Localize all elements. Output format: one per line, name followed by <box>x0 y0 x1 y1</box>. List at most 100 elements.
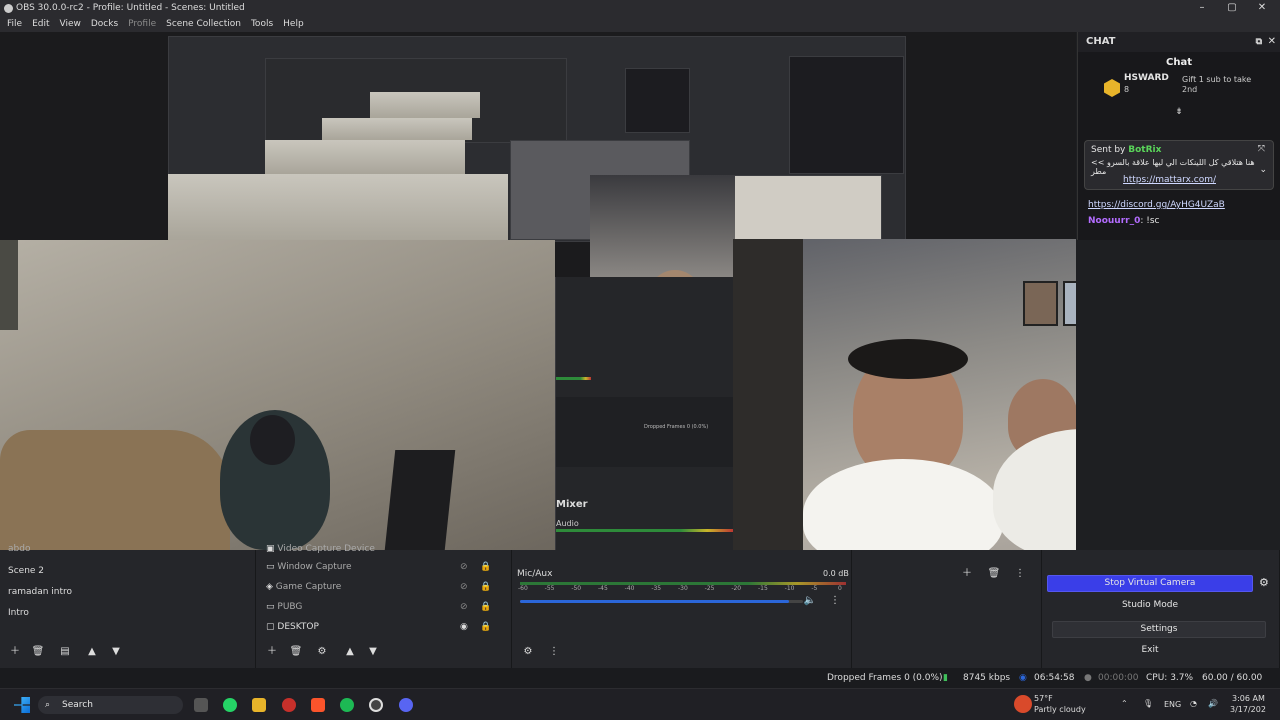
hidden-eye-icon[interactable]: ⊘ <box>460 562 468 572</box>
volume-slider[interactable] <box>520 600 803 603</box>
clock-date[interactable]: 3/17/202 <box>1230 705 1266 714</box>
add-transition-button[interactable]: ＋ <box>959 567 975 581</box>
add-source-button[interactable]: ＋ <box>264 645 280 659</box>
discord-icon[interactable] <box>399 698 413 712</box>
transitions-dock: ＋ 🗑 ⋮ <box>852 550 1042 668</box>
mixer-tick-label: -45 <box>598 585 608 592</box>
menu-profile[interactable]: Profile <box>123 16 161 32</box>
mixer-menu-icon[interactable]: ⋮ <box>827 594 843 608</box>
scene-item[interactable]: Scene 2 <box>8 566 44 576</box>
pinned-message: Sent by BotRix ⤧ هنا هتلاقي كل اللينكات ا… <box>1084 140 1274 190</box>
chevron-down-icon[interactable]: ⌄ <box>1259 165 1267 175</box>
mixer-tick-label: 0 <box>838 585 842 592</box>
taskbar-search[interactable]: ⌕ Search <box>38 696 183 714</box>
move-scene-up-button[interactable]: ▲ <box>84 645 100 659</box>
source-properties-button[interactable]: ⚙ <box>314 645 330 659</box>
add-scene-button[interactable]: ＋ <box>7 645 23 659</box>
lock-icon[interactable]: 🔒 <box>480 562 491 572</box>
visible-eye-icon[interactable]: ◉ <box>460 622 468 632</box>
undock-icon[interactable]: ⧉ <box>1256 32 1262 52</box>
transition-menu-icon[interactable]: ⋮ <box>1012 567 1028 581</box>
spotify-icon[interactable] <box>340 698 354 712</box>
menu-docks[interactable]: Docks <box>86 16 123 32</box>
captured-wall-3 <box>322 118 472 140</box>
network-icon[interactable]: ◔ <box>1190 699 1197 708</box>
move-source-up-button[interactable]: ▲ <box>342 645 358 659</box>
brave-browser-icon[interactable] <box>311 698 325 712</box>
volume-slider-fill <box>520 600 789 603</box>
pin-user[interactable]: BotRix <box>1128 145 1161 155</box>
file-explorer-icon[interactable] <box>252 698 266 712</box>
whatsapp-icon[interactable] <box>223 698 237 712</box>
mixer-channel-label: Mic/Aux <box>517 569 553 579</box>
lock-icon[interactable]: 🔒 <box>480 602 491 612</box>
maximize-button[interactable]: ▢ <box>1218 0 1246 16</box>
monitor-icon: ▢ <box>266 622 275 632</box>
search-icon: ⌕ <box>45 700 51 710</box>
move-source-down-button[interactable]: ▼ <box>365 645 381 659</box>
weather-icon[interactable] <box>1014 695 1032 713</box>
studio-mode-button[interactable]: Studio Mode <box>1047 598 1253 615</box>
scenes-dock: abdo Scene 2 ramadan intro Intro ＋ 🗑 ▤ ▲… <box>0 544 256 668</box>
scene-item[interactable]: Intro <box>8 608 29 618</box>
speaker-icon[interactable]: 🔈 <box>802 594 818 608</box>
mixer-options-icon[interactable]: ⋮ <box>546 645 562 659</box>
window-title: OBS 30.0.0-rc2 - Profile: Untitled - Sce… <box>16 3 245 13</box>
nested-obs-dock: Dropped Frames 0 (0.0%) Mixer Audio <box>555 277 734 550</box>
remove-transition-button[interactable]: 🗑 <box>986 567 1002 581</box>
dropped-frames-status: Dropped Frames 0 (0.0%) <box>827 673 943 683</box>
source-row[interactable]: ▭ Window Capture ⊘ 🔒 <box>266 562 496 572</box>
obs-taskbar-icon[interactable] <box>369 698 383 712</box>
remove-scene-button[interactable]: 🗑 <box>30 645 46 659</box>
pin-text: هنا هتلاقي كل اللينكات الي ليها علاقة با… <box>1091 158 1255 176</box>
stop-virtual-camera-button[interactable]: Stop Virtual Camera <box>1047 575 1253 592</box>
advanced-audio-button[interactable]: ⚙ <box>520 645 536 659</box>
start-button[interactable] <box>14 697 30 713</box>
scene-item[interactable]: abdo <box>8 544 30 554</box>
minimize-button[interactable]: – <box>1188 0 1216 16</box>
discord-link[interactable]: https://discord.gg/AyHG4UZaB <box>1088 200 1225 210</box>
pin-link[interactable]: https://mattarx.com/ <box>1123 175 1216 185</box>
microphone-icon[interactable]: 🎙 <box>1143 699 1153 708</box>
virtual-camera-settings-icon[interactable]: ⚙ <box>1259 576 1269 589</box>
mixer-tick-label: -55 <box>544 585 555 592</box>
scene-filters-button[interactable]: ▤ <box>57 645 73 659</box>
source-row[interactable]: ◈ Game Capture ⊘ 🔒 <box>266 582 496 592</box>
source-row[interactable]: ▢ DESKTOP ◉ 🔒 <box>266 622 496 632</box>
hidden-eye-icon[interactable]: ⊘ <box>460 602 468 612</box>
window-icon: ▭ <box>266 562 275 572</box>
move-scene-down-button[interactable]: ▼ <box>108 645 124 659</box>
lock-icon[interactable]: 🔒 <box>480 622 491 632</box>
clock-time[interactable]: 3:06 AM <box>1232 694 1265 703</box>
unpin-icon[interactable]: ⤧ <box>1258 144 1265 154</box>
chat-user-2[interactable]: Noouurr_0 <box>1088 216 1140 226</box>
close-dock-icon[interactable]: ✕ <box>1268 32 1276 52</box>
source-row[interactable]: ▣ Video Capture Device <box>266 544 496 554</box>
preview-canvas[interactable]: Dropped Frames 0 (0.0%) Mixer Audio <box>0 32 1076 550</box>
menu-help[interactable]: Help <box>278 16 309 32</box>
source-row[interactable]: ▭ PUBG ⊘ 🔒 <box>266 602 496 612</box>
tray-chevron-icon[interactable]: ⌃ <box>1121 699 1128 708</box>
gift-text: Gift 1 sub to take 2nd <box>1182 75 1252 94</box>
close-button[interactable]: ✕ <box>1248 0 1276 16</box>
menu-view[interactable]: View <box>55 16 86 32</box>
language-indicator[interactable]: ENG <box>1164 700 1181 709</box>
settings-button[interactable]: Settings <box>1052 621 1266 638</box>
gift-user: HSWARD <box>1124 73 1169 83</box>
mixer-db-readout: 0.0 dB <box>823 569 849 578</box>
menu-edit[interactable]: Edit <box>27 16 54 32</box>
lock-icon[interactable]: 🔒 <box>480 582 491 592</box>
captured-wall <box>168 174 508 240</box>
menu-scene-collection[interactable]: Scene Collection <box>161 16 246 32</box>
app-red-icon[interactable] <box>282 698 296 712</box>
task-view-icon[interactable] <box>194 698 208 712</box>
expand-icon[interactable]: ⇟ <box>1078 107 1280 117</box>
menu-tools[interactable]: Tools <box>246 16 278 32</box>
remove-source-button[interactable]: 🗑 <box>288 645 304 659</box>
audio-mixer-dock: Mic/Aux 0.0 dB -60 -55 -50 -45 -40 -35 -30 -25-… <box>512 550 852 668</box>
exit-button[interactable]: Exit <box>1047 643 1253 660</box>
volume-icon[interactable]: 🔊 <box>1208 699 1218 708</box>
scene-item[interactable]: ramadan intro <box>8 587 72 597</box>
menu-file[interactable]: File <box>2 16 27 32</box>
hidden-eye-icon[interactable]: ⊘ <box>460 582 468 592</box>
